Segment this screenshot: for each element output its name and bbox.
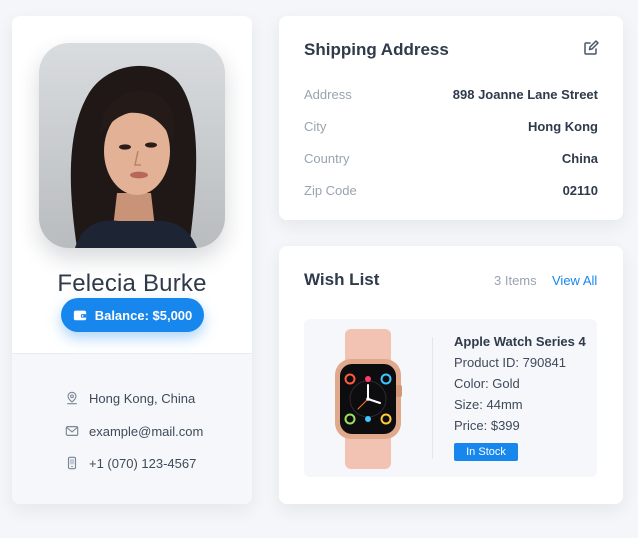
location-pin-icon <box>67 391 77 405</box>
shipping-row-address: Address 898 Joanne Lane Street <box>304 87 598 107</box>
location-text: Hong Kong, China <box>89 390 196 406</box>
product-color: Color: Gold <box>454 376 520 391</box>
profile-name: Felecia Burke <box>57 270 207 297</box>
mail-icon <box>65 426 79 436</box>
avatar-photo <box>39 43 225 248</box>
country-label: Country <box>304 151 350 166</box>
product-divider <box>432 337 433 459</box>
email-row: example@mail.com <box>65 421 203 441</box>
stock-badge: In Stock <box>454 443 518 461</box>
product-id: Product ID: 790841 <box>454 355 567 370</box>
shipping-row-zip: Zip Code 02110 <box>304 183 598 203</box>
view-all-link[interactable]: View All <box>552 273 597 288</box>
product-name: Apple Watch Series 4 <box>454 334 586 349</box>
product-price: Price: $399 <box>454 418 520 433</box>
wallet-icon <box>73 310 86 321</box>
profile-card: Felecia Burke Balance: $5,000 Hong Kong,… <box>12 16 252 504</box>
product-size: Size: 44mm <box>454 397 523 412</box>
avatar <box>39 43 225 248</box>
wishlist-count: 3 Items <box>494 273 537 288</box>
phone-row: +1 (070) 123-4567 <box>65 453 196 473</box>
shipping-row-country: Country China <box>304 151 598 171</box>
phone-text[interactable]: +1 (070) 123-4567 <box>89 456 196 471</box>
edit-icon[interactable] <box>583 40 599 56</box>
contact-info: Hong Kong, China example@mail.com +1 (07… <box>12 353 252 504</box>
city-label: City <box>304 119 327 134</box>
zip-label: Zip Code <box>304 183 357 198</box>
country-value: China <box>561 151 598 166</box>
wishlist-item[interactable]: Apple Watch Series 4 Product ID: 790841 … <box>304 319 597 477</box>
address-value: 898 Joanne Lane Street <box>452 87 598 102</box>
city-value: Hong Kong <box>527 119 598 134</box>
wish-list-card: Wish List 3 Items View All Apple Watch S… <box>279 246 623 504</box>
location-row: Hong Kong, China <box>65 388 195 408</box>
zip-value: 02110 <box>562 183 598 198</box>
phone-icon <box>67 456 77 470</box>
shipping-title: Shipping Address <box>304 40 449 59</box>
wishlist-title: Wish List <box>304 270 380 289</box>
address-label: Address <box>304 87 352 102</box>
balance-label: Balance: $5,000 <box>94 307 193 323</box>
shipping-address-card: Shipping Address Address 898 Joanne Lane… <box>279 16 623 220</box>
balance-button[interactable]: Balance: $5,000 <box>61 298 204 332</box>
shipping-row-city: City Hong Kong <box>304 119 598 139</box>
product-image <box>335 329 402 469</box>
email-text[interactable]: example@mail.com <box>89 424 203 439</box>
